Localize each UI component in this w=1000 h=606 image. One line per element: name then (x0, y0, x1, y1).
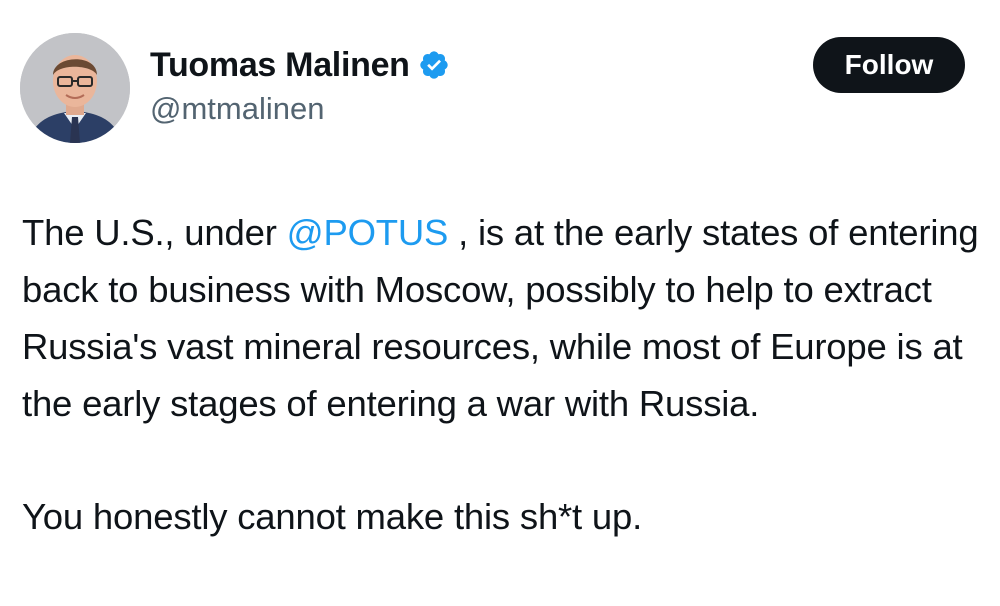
author-handle[interactable]: @mtmalinen (150, 91, 450, 127)
display-name[interactable]: Tuomas Malinen (150, 46, 410, 85)
mention-link[interactable]: @POTUS (287, 212, 449, 253)
author-identity: Tuomas Malinen @mtmalinen (150, 43, 450, 127)
tweet-paragraph-2: You honestly cannot make this sh*t up. (22, 496, 643, 537)
verified-badge-icon (418, 49, 450, 81)
tweet-paragraph-1: The U.S., under @POTUS , is at the early… (22, 204, 982, 432)
tweet-body: The U.S., under @POTUS , is at the early… (22, 204, 982, 545)
name-row: Tuomas Malinen (150, 43, 450, 87)
follow-button[interactable]: Follow (813, 37, 965, 93)
tweet-header: Tuomas Malinen @mtmalinen Follow (20, 33, 965, 143)
tweet-text-segment: The U.S., under (22, 212, 287, 253)
avatar-photo (20, 33, 130, 143)
avatar[interactable] (20, 33, 130, 143)
